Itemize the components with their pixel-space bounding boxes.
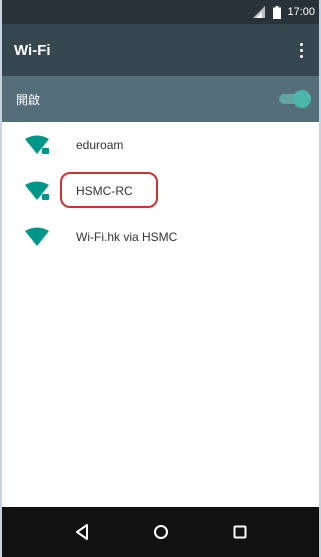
wifi-toggle-switch[interactable] bbox=[279, 90, 311, 108]
page-title: Wi-Fi bbox=[14, 41, 51, 59]
status-time: 17:00 bbox=[287, 6, 315, 18]
network-item-eduroam[interactable]: eduroam bbox=[2, 122, 319, 168]
toggle-label: 開啟 bbox=[16, 92, 41, 107]
network-name: Wi-Fi.hk via HSMC bbox=[76, 230, 178, 244]
network-item-hsmc-rc[interactable]: HSMC-RC bbox=[2, 168, 319, 214]
network-name: eduroam bbox=[76, 138, 124, 152]
network-list: eduroam HSMC-RC Wi-Fi.hk via HSMC bbox=[2, 122, 319, 260]
overflow-menu-icon[interactable] bbox=[295, 40, 307, 60]
app-bar: Wi-Fi bbox=[2, 24, 319, 76]
wifi-icon bbox=[24, 226, 50, 248]
battery-icon bbox=[273, 5, 282, 19]
back-icon[interactable] bbox=[70, 520, 94, 544]
phone-screen: 17:00 Wi-Fi 開啟 eduroam HSMC-RC Wi-Fi.hk … bbox=[0, 0, 321, 557]
home-icon[interactable] bbox=[149, 520, 173, 544]
recents-icon[interactable] bbox=[228, 520, 252, 544]
highlight-annotation bbox=[60, 172, 158, 208]
wifi-locked-icon bbox=[24, 134, 50, 156]
wifi-locked-icon bbox=[24, 180, 50, 202]
status-bar: 17:00 bbox=[2, 0, 319, 24]
wifi-toggle-row[interactable]: 開啟 bbox=[2, 76, 319, 122]
signal-icon bbox=[253, 6, 267, 18]
nav-bar bbox=[2, 507, 319, 557]
network-item-wifi-hk[interactable]: Wi-Fi.hk via HSMC bbox=[2, 214, 319, 260]
